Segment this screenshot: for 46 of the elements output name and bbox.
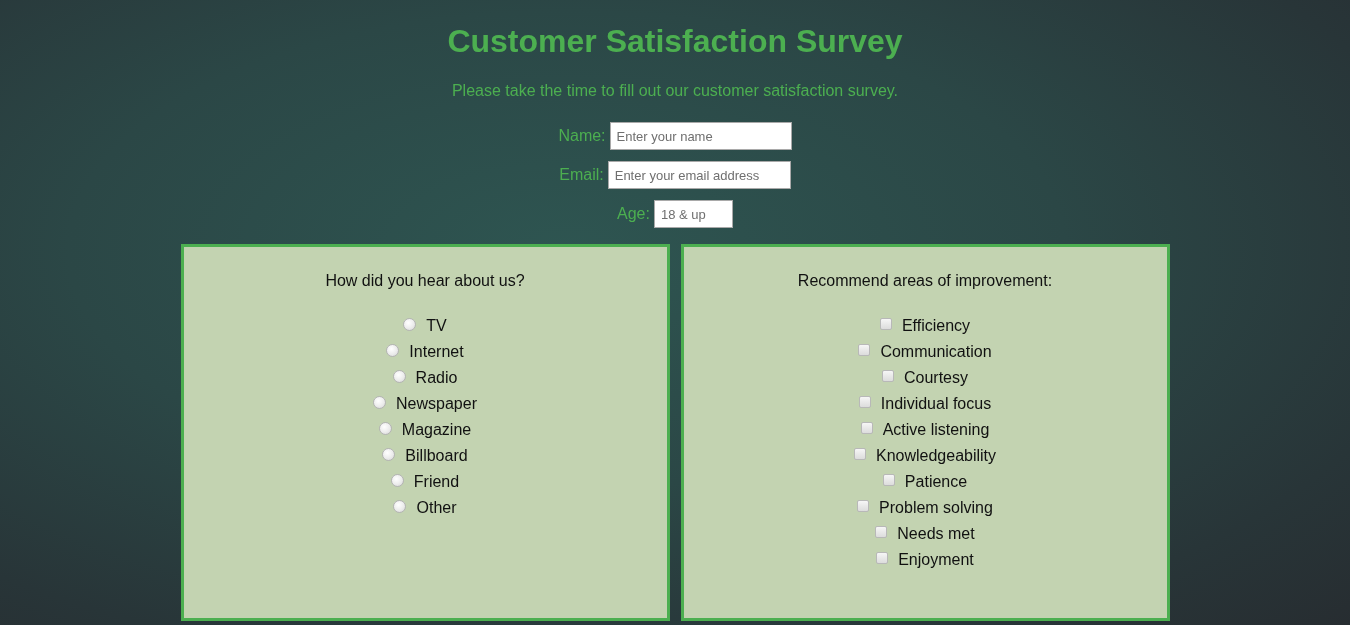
subtitle: Please take the time to fill out our customer satisfaction survey. <box>451 81 899 101</box>
option-label: Individual focus <box>880 394 992 414</box>
radio-button[interactable] <box>378 421 392 435</box>
checkbox[interactable] <box>853 448 866 460</box>
radio-button[interactable] <box>382 447 396 461</box>
question-text: How did you hear about us? <box>325 271 525 291</box>
field-label: Email: <box>559 165 604 185</box>
option-label: Patience <box>904 472 968 492</box>
option-label: Communication <box>880 342 992 362</box>
option-label: Other <box>416 498 457 518</box>
field-label: Age: <box>617 204 650 224</box>
option-label: Problem solving <box>879 498 993 518</box>
checkbox[interactable] <box>882 474 895 486</box>
radio-button[interactable] <box>390 473 404 487</box>
checkbox[interactable] <box>857 500 870 512</box>
checkbox[interactable] <box>881 370 894 382</box>
checkbox[interactable] <box>875 526 888 538</box>
checkbox[interactable] <box>879 318 892 330</box>
option-label: Efficiency <box>901 316 971 336</box>
option-label: Radio <box>415 368 458 388</box>
radio-button[interactable] <box>392 369 406 383</box>
option-label: Friend <box>413 472 460 492</box>
option-label: Enjoyment <box>898 550 974 570</box>
question-text: Recommend areas of improvement: <box>797 271 1053 291</box>
option-label: Internet <box>409 342 464 362</box>
option-label: Newspaper <box>396 394 477 414</box>
checkbox[interactable] <box>860 422 873 434</box>
field-label: Name: <box>558 126 606 146</box>
option-label: Billboard <box>405 446 468 466</box>
option-label: Courtesy <box>903 368 968 388</box>
checkbox[interactable] <box>858 344 871 356</box>
option-label: Active listening <box>882 420 990 440</box>
option-label: Magazine <box>401 420 472 440</box>
option-label: Knowledgeability <box>875 446 997 466</box>
input-field[interactable]: Enter your email address <box>607 161 791 189</box>
radio-button[interactable] <box>403 317 417 331</box>
checkbox[interactable] <box>876 552 889 564</box>
radio-button[interactable] <box>393 499 407 513</box>
input-field[interactable]: Enter your name <box>609 122 792 150</box>
option-label: TV <box>426 316 447 336</box>
option-label: Needs met <box>897 524 975 544</box>
input-field[interactable]: 18 & up <box>653 200 733 228</box>
radio-button[interactable] <box>386 343 400 357</box>
page-title: Customer Satisfaction Survey <box>447 22 903 61</box>
radio-button[interactable] <box>373 395 387 409</box>
checkbox[interactable] <box>858 396 871 408</box>
